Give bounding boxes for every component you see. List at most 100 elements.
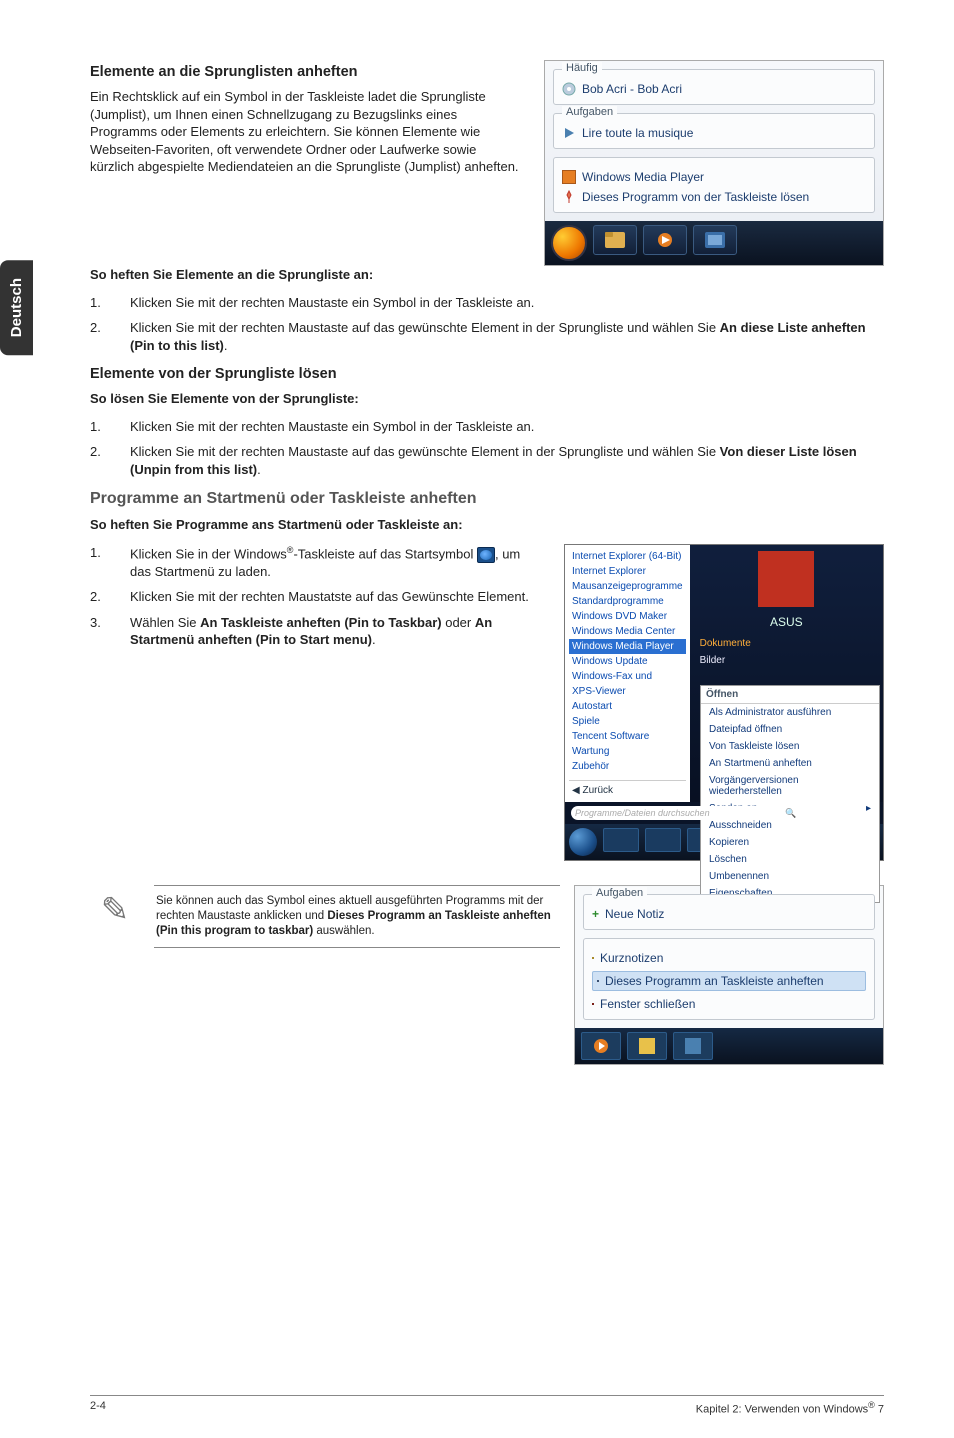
list-number: 2. — [90, 319, 110, 354]
page-number: 2-4 — [90, 1400, 106, 1416]
context-menu-item[interactable]: Dateipfad öffnen — [701, 721, 879, 738]
page-footer: 2-4 Kapitel 2: Verwenden von Windows® 7 — [90, 1395, 884, 1416]
note-text: Sie können auch das Symbol eines aktuell… — [154, 885, 560, 948]
startmenu-item[interactable]: Internet Explorer — [569, 564, 686, 579]
sticky-note-icon — [592, 957, 594, 959]
list-number: 1. — [90, 544, 110, 580]
fig3-item[interactable]: Kurznotizen — [592, 951, 866, 965]
fig1-item-bob[interactable]: Bob Acri - Bob Acri — [582, 82, 682, 96]
user-name: ASUS — [690, 615, 883, 629]
play-icon — [562, 126, 576, 140]
chapter-label: Kapitel 2: Verwenden von Windows® 7 — [696, 1400, 884, 1416]
startmenu-right-item[interactable]: Dokumente — [690, 635, 883, 652]
list-number: 3. — [90, 614, 110, 649]
startmenu-item-selected[interactable]: Windows Media Player — [569, 639, 686, 654]
startmenu-item[interactable]: Tencent Software — [569, 729, 686, 744]
media-player-icon — [655, 232, 675, 248]
startmenu-item[interactable]: XPS-Viewer — [569, 684, 686, 699]
fig1-item-unpin[interactable]: Dieses Programm von der Taskleiste lösen — [582, 190, 809, 204]
startmenu-item[interactable]: Internet Explorer (64-Bit) — [569, 549, 686, 564]
context-menu-item[interactable]: Vorgängerversionen wiederherstellen — [701, 772, 879, 800]
heading-pin-jumplist: Elemente an die Sprunglisten anheften — [90, 64, 524, 80]
heading-unpin-jumplist: Elemente von der Sprungliste lösen — [90, 366, 884, 382]
media-player-icon — [593, 1038, 609, 1054]
taskbar-button[interactable] — [603, 828, 639, 852]
fig3-item-highlighted[interactable]: Dieses Programm an Taskleiste anheften — [592, 971, 866, 991]
heading-pin-startmenu: Programme an Startmenü oder Taskleiste a… — [90, 490, 884, 508]
fig1-taskbar — [545, 221, 883, 265]
list-item: Klicken Sie mit der rechten Maustaste ei… — [130, 294, 884, 312]
pin-icon — [597, 980, 599, 982]
context-menu-item[interactable]: Von Taskleiste lösen — [701, 738, 879, 755]
context-menu-item[interactable]: Kopieren — [701, 834, 879, 851]
figure-jumplist-media: Häufig Bob Acri - Bob Acri Aufgaben Lire… — [544, 60, 884, 266]
start-orb-icon[interactable] — [569, 828, 597, 856]
user-picture — [758, 551, 814, 607]
startmenu-item[interactable]: Windows Update — [569, 654, 686, 669]
startmenu-item[interactable]: Standardprogramme — [569, 594, 686, 609]
startmenu-right-item[interactable] — [690, 669, 883, 686]
startmenu-item[interactable]: Windows-Fax und — [569, 669, 686, 684]
fig3-taskbar — [575, 1028, 883, 1064]
subtitle-pin-steps: So heften Sie Elemente an die Sprunglist… — [90, 266, 884, 284]
startmenu-item[interactable]: Zubehör — [569, 759, 686, 774]
context-menu-header[interactable]: Öffnen — [701, 686, 879, 704]
context-menu-item[interactable]: Als Administrator ausführen — [701, 704, 879, 721]
fig3-item[interactable]: + Neue Notiz — [592, 907, 866, 921]
figure-start-menu: Internet Explorer (64-Bit) Internet Expl… — [564, 544, 884, 861]
fig1-group-title-frequent: Häufig — [562, 62, 602, 74]
fig1-group-title-tasks: Aufgaben — [562, 106, 617, 118]
startmenu-item[interactable]: Wartung — [569, 744, 686, 759]
search-input[interactable]: Programme/Dateien durchsuchen 🔍 — [571, 806, 800, 820]
figure-jumplist-notes: Aufgaben + Neue Notiz Kurznotizen Dieses… — [574, 885, 884, 1065]
taskbar-button[interactable] — [645, 828, 681, 852]
taskbar-button[interactable] — [593, 225, 637, 255]
list-item: Klicken Sie mit der rechten Maustatste a… — [130, 588, 544, 606]
app-icon — [705, 232, 725, 248]
taskbar-button[interactable] — [673, 1032, 713, 1060]
plus-icon: + — [592, 907, 599, 921]
close-icon — [592, 1003, 594, 1005]
list-item: Wählen Sie An Taskleiste anheften (Pin t… — [130, 614, 544, 649]
start-orb-icon[interactable] — [551, 225, 587, 261]
context-menu-item[interactable]: Löschen — [701, 851, 879, 868]
list-item: Klicken Sie mit der rechten Maustaste au… — [130, 443, 884, 478]
back-button[interactable]: ◀ Zurück — [572, 785, 613, 796]
list-item: Klicken Sie mit der rechten Maustaste au… — [130, 319, 884, 354]
startmenu-item[interactable]: Spiele — [569, 714, 686, 729]
startmenu-item[interactable]: Windows Media Center — [569, 624, 686, 639]
taskbar-button[interactable] — [643, 225, 687, 255]
list-item: Klicken Sie in der Windows®-Taskleiste a… — [130, 544, 544, 580]
taskbar-button[interactable] — [581, 1032, 621, 1060]
subtitle-pin-startmenu: So heften Sie Programme ans Startmenü od… — [90, 516, 884, 534]
fig1-item-wmp[interactable]: Windows Media Player — [582, 170, 704, 184]
start-button-icon — [477, 547, 495, 563]
startmenu-item[interactable]: Autostart — [569, 699, 686, 714]
list-item: Klicken Sie mit der rechten Maustaste ei… — [130, 418, 884, 436]
startmenu-left-panel: Internet Explorer (64-Bit) Internet Expl… — [565, 545, 690, 802]
list-number: 1. — [90, 294, 110, 312]
taskbar-button[interactable] — [627, 1032, 667, 1060]
unpin-icon — [562, 190, 576, 204]
search-icon: 🔍 — [785, 808, 796, 819]
language-tab: Deutsch — [0, 260, 33, 355]
pencil-note-icon: ✎ — [90, 885, 140, 935]
context-menu: Öffnen Als Administrator ausführen Datei… — [700, 685, 880, 903]
fig1-item-lire[interactable]: Lire toute la musique — [582, 126, 693, 140]
list-number: 2. — [90, 588, 110, 606]
cd-icon — [562, 82, 576, 96]
context-menu-item[interactable]: An Startmenü anheften — [701, 755, 879, 772]
startmenu-item[interactable]: Mausanzeigeprogramme — [569, 579, 686, 594]
list-number: 2. — [90, 443, 110, 478]
fig3-item[interactable]: Fenster schließen — [592, 997, 866, 1011]
sticky-note-icon — [639, 1038, 655, 1054]
taskbar-button[interactable] — [693, 225, 737, 255]
startmenu-right-item[interactable]: Bilder — [690, 652, 883, 669]
list-number: 1. — [90, 418, 110, 436]
explorer-icon — [605, 232, 625, 248]
fig3-group-title: Aufgaben — [592, 887, 647, 899]
subtitle-unpin-steps: So lösen Sie Elemente von der Sprunglist… — [90, 390, 884, 408]
context-menu-item[interactable]: Umbenennen — [701, 868, 879, 885]
startmenu-item[interactable]: Windows DVD Maker — [569, 609, 686, 624]
para-pin-jumplist: Ein Rechtsklick auf ein Symbol in der Ta… — [90, 88, 524, 176]
